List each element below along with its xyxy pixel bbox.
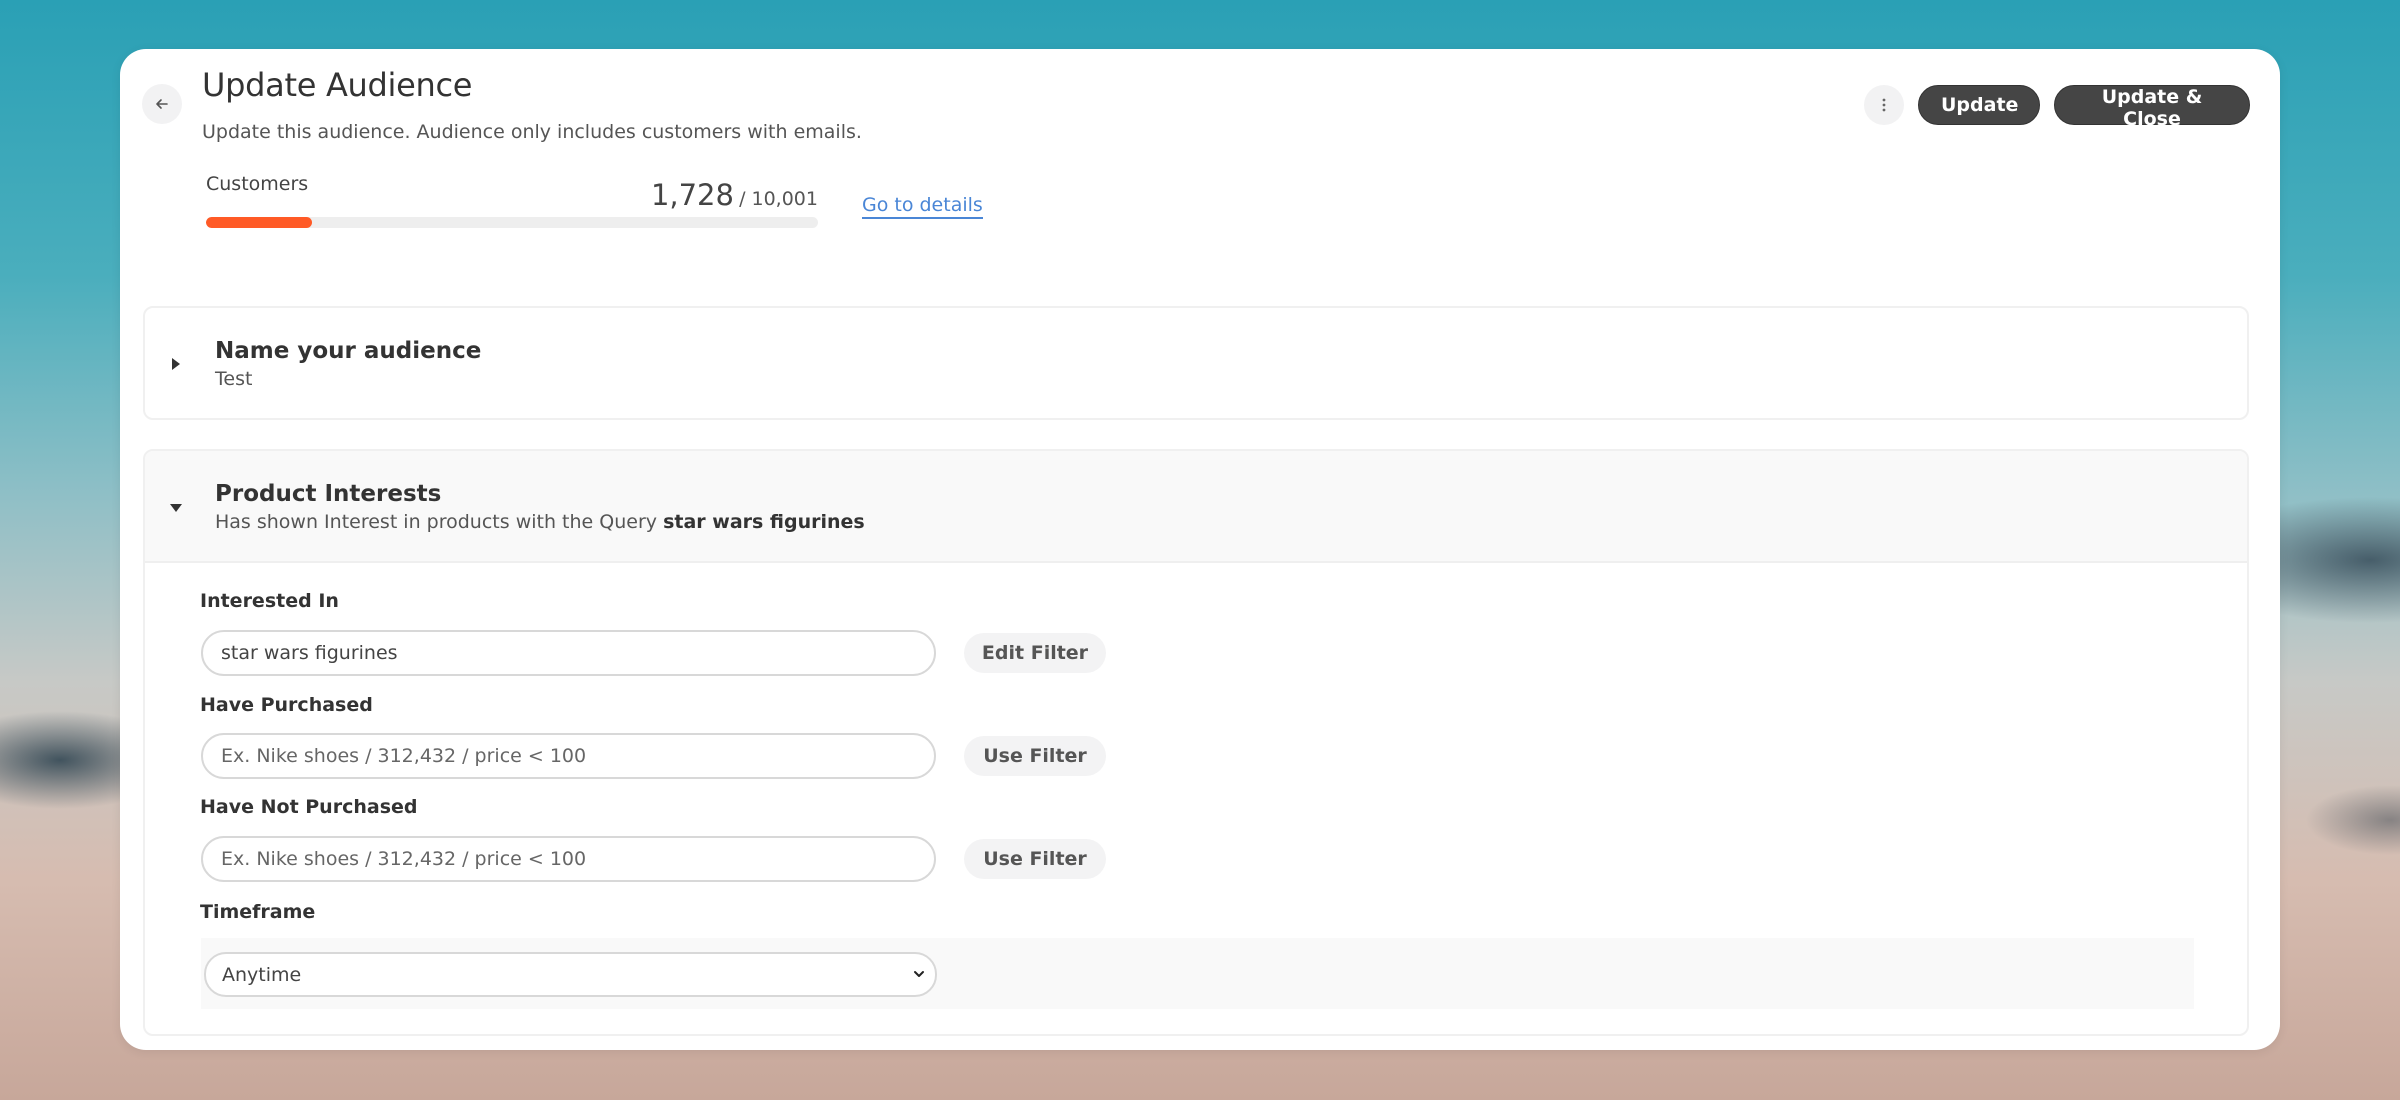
interested-in-input[interactable] — [201, 630, 936, 676]
caret-right-icon — [172, 358, 180, 370]
have-not-purchased-input[interactable] — [201, 836, 936, 882]
timeframe-label: Timeframe — [200, 901, 316, 923]
summary-query: star wars figurines — [663, 511, 865, 533]
customers-progress-bar — [206, 217, 818, 228]
customers-count-value: 1,728 — [650, 178, 734, 212]
timeframe-select[interactable]: Anytime — [204, 952, 937, 997]
section-product-interests: Product Interests Has shown Interest in … — [143, 449, 2249, 1036]
have-not-purchased-label: Have Not Purchased — [200, 796, 418, 818]
section-summary: Has shown Interest in products with the … — [215, 511, 865, 533]
page-subtitle: Update this audience. Audience only incl… — [202, 121, 862, 143]
summary-prefix: Has shown Interest in products with the … — [215, 511, 658, 533]
section-name-audience: Name your audience Test — [143, 306, 2249, 420]
caret-down-icon — [170, 504, 182, 512]
section-name-audience-header[interactable]: Name your audience Test — [145, 308, 2247, 420]
have-not-purchased-use-filter-button[interactable]: Use Filter — [964, 839, 1106, 879]
update-button[interactable]: Update — [1918, 85, 2040, 125]
have-purchased-label: Have Purchased — [200, 694, 373, 716]
more-options-button[interactable] — [1864, 85, 1904, 125]
audience-name-value: Test — [215, 368, 253, 390]
have-purchased-input[interactable] — [201, 733, 936, 779]
section-product-interests-header[interactable]: Product Interests Has shown Interest in … — [145, 451, 2247, 563]
go-to-details-link[interactable]: Go to details — [862, 194, 983, 219]
customers-label: Customers — [206, 173, 309, 195]
have-purchased-use-filter-button[interactable]: Use Filter — [964, 736, 1106, 776]
timeframe-selected-value: Anytime — [222, 964, 302, 986]
kebab-vertical-icon — [1882, 98, 1886, 112]
chevron-down-icon — [914, 971, 924, 977]
section-title: Name your audience — [215, 338, 482, 364]
edit-filter-button[interactable]: Edit Filter — [964, 633, 1106, 673]
customers-count-total: / 10,001 — [739, 188, 818, 210]
page-title: Update Audience — [202, 66, 473, 104]
section-title: Product Interests — [215, 481, 442, 507]
update-and-close-button[interactable]: Update & Close — [2054, 85, 2250, 130]
customers-progress-fill — [206, 217, 312, 228]
customers-count: 1,728 / 10,001 — [651, 178, 818, 212]
back-button[interactable] — [142, 84, 182, 124]
interested-in-label: Interested In — [200, 590, 339, 612]
arrow-left-icon — [156, 99, 168, 109]
